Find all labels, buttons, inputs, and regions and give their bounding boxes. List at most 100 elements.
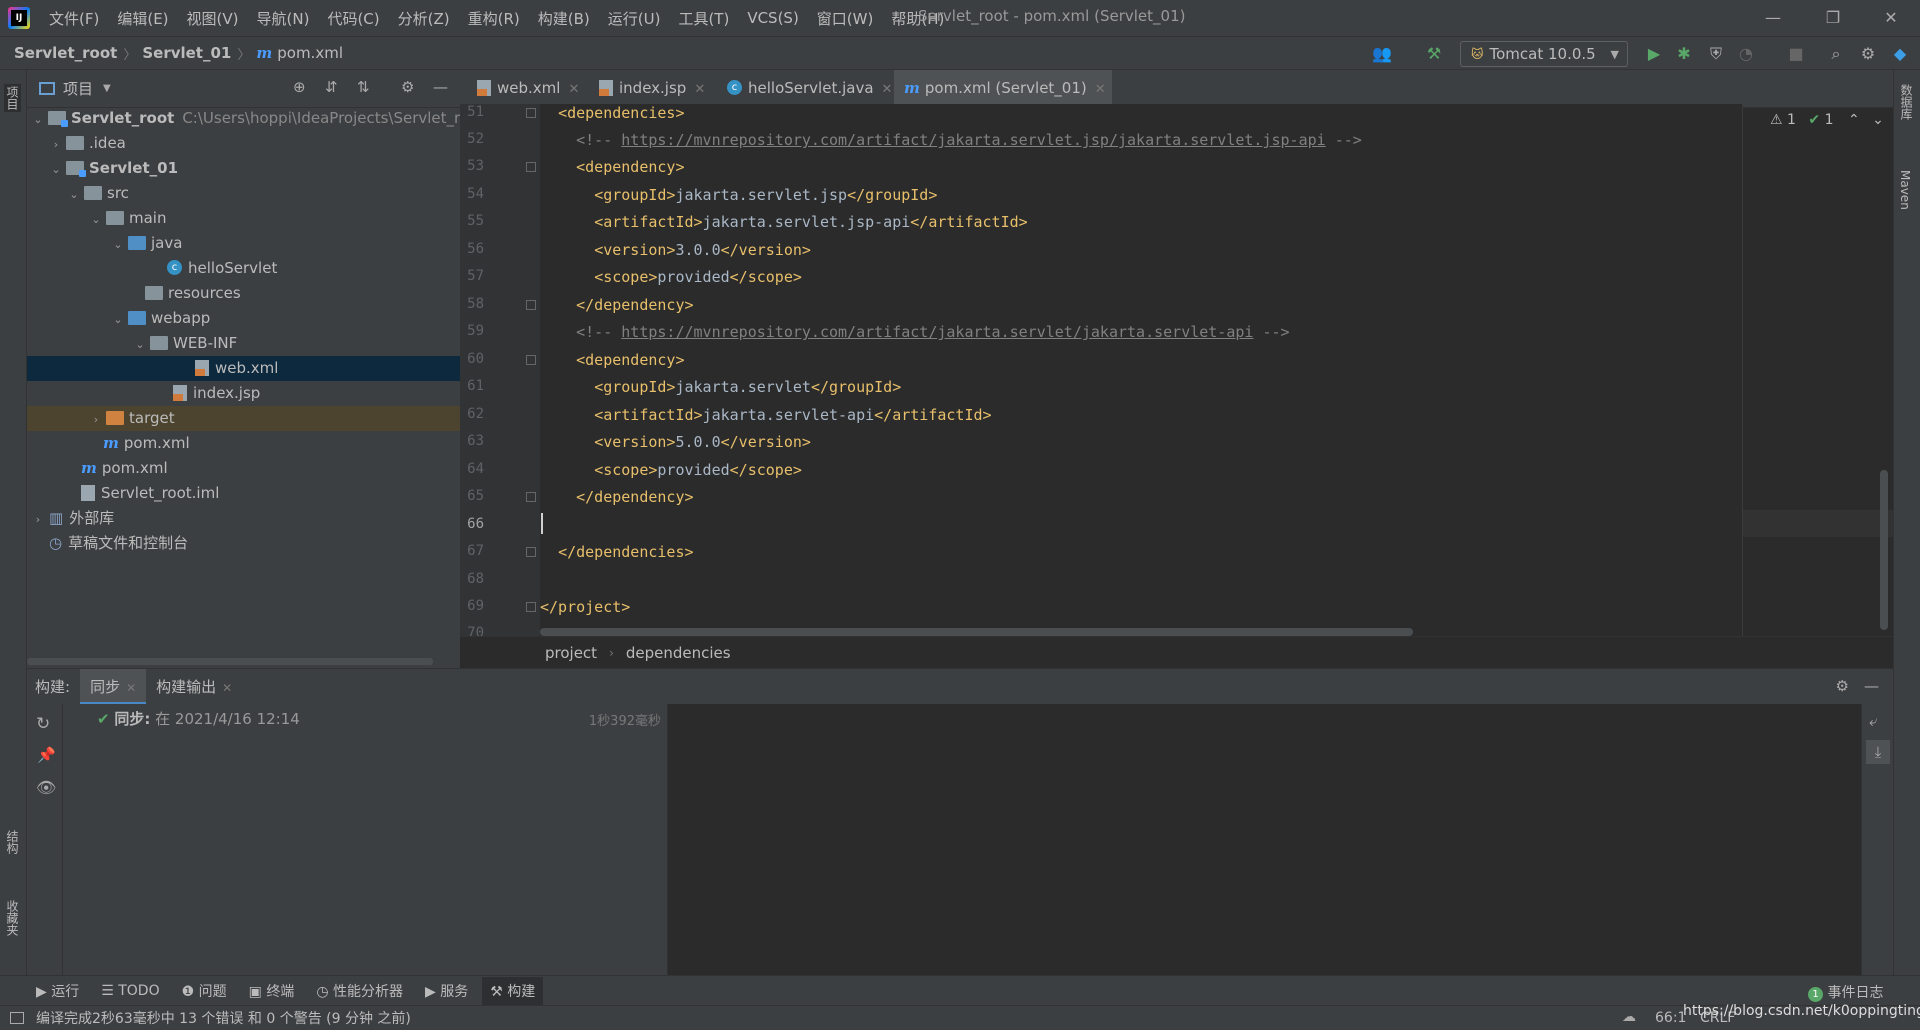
breadcrumb-module[interactable]: Servlet_01 [142, 44, 231, 62]
toggle-tool-windows-icon[interactable] [10, 1012, 24, 1024]
tab-build-output[interactable]: 构建输出 ✕ [146, 669, 242, 705]
project-tool-tab[interactable]: 项目 [4, 84, 21, 112]
tree-item-web-inf[interactable]: ⌄ WEB-INF [27, 331, 460, 356]
fold-marker-icon[interactable] [526, 492, 536, 502]
fold-marker-icon[interactable] [526, 300, 536, 310]
tab-helloservlet-java[interactable]: c helloServlet.java ✕ [714, 70, 892, 107]
run-icon[interactable]: ▶ [1644, 44, 1664, 64]
tab-sync[interactable]: 同步 ✕ [80, 668, 147, 705]
chevron-down-icon[interactable]: ⌄ [67, 182, 81, 207]
tool-build[interactable]: ⚒ 构建 [482, 976, 544, 1005]
user-icon[interactable]: 👥 [1372, 44, 1392, 64]
editor-horizontal-scrollbar[interactable] [540, 628, 1413, 636]
comment-url[interactable]: https://mvnrepository.com/artifact/jakar… [621, 131, 1325, 149]
tool-todo[interactable]: ☰ TODO [101, 983, 159, 999]
close-icon[interactable]: ✕ [1862, 0, 1920, 36]
tree-item-scratches[interactable]: ◷ 草稿文件和控制台 [27, 531, 460, 556]
tool-terminal[interactable]: ▣ 终端 [249, 981, 295, 1001]
menu-edit[interactable]: 编辑(E) [108, 8, 177, 29]
menu-navigate[interactable]: 导航(N) [248, 8, 319, 29]
build-output-console[interactable] [668, 704, 1861, 975]
menu-code[interactable]: 代码(C) [318, 8, 388, 29]
refresh-icon[interactable]: ↻ [36, 714, 50, 734]
tab-index-jsp[interactable]: index.jsp ✕ [586, 70, 705, 107]
stop-icon[interactable]: ■ [1786, 44, 1806, 64]
fold-marker-icon[interactable] [526, 108, 536, 118]
menu-run[interactable]: 运行(U) [599, 8, 670, 29]
soft-wrap-icon[interactable]: ⤶ [1869, 712, 1877, 730]
fold-marker-icon[interactable] [526, 355, 536, 365]
chevron-down-icon[interactable]: ⌄ [111, 232, 125, 257]
tree-item-index-jsp[interactable]: index.jsp [27, 381, 460, 406]
project-scrollbar[interactable] [27, 658, 433, 665]
restore-icon[interactable]: ❐ [1804, 0, 1862, 36]
breadcrumb-project[interactable]: project [545, 644, 597, 662]
inspection-widget[interactable]: ⚠ 1 ✔ 1 ⌃ ⌄ [1770, 112, 1884, 128]
tree-item-helloservlet[interactable]: c helloServlet [27, 256, 460, 281]
tree-item-web-xml[interactable]: web.xml [27, 356, 460, 381]
menu-view[interactable]: 视图(V) [178, 8, 248, 29]
code-editor[interactable]: <dependencies> <!-- https://mvnrepositor… [540, 104, 1742, 636]
tree-item-iml[interactable]: Servlet_root.iml [27, 481, 460, 506]
menu-vcs[interactable]: VCS(S) [738, 9, 807, 27]
chevron-down-icon[interactable]: ⌄ [49, 157, 63, 182]
breadcrumb-dependencies[interactable]: dependencies [626, 644, 731, 662]
tree-item-main[interactable]: ⌄ main [27, 206, 460, 231]
fold-marker-icon[interactable] [526, 162, 536, 172]
chevron-right-icon[interactable]: › [49, 132, 63, 157]
run-configuration-select[interactable]: 🐱 Tomcat 10.0.5 ▼ [1460, 41, 1628, 67]
fold-marker-icon[interactable] [526, 602, 536, 612]
locate-file-icon[interactable]: ⊕ [293, 78, 306, 96]
close-tab-icon[interactable]: ✕ [568, 82, 579, 97]
menu-window[interactable]: 窗口(W) [808, 8, 883, 29]
tool-run[interactable]: ▶ 运行 [36, 981, 79, 1001]
chevron-down-icon[interactable]: ⌄ [133, 332, 147, 357]
collapse-all-icon[interactable]: ⇅ [357, 78, 370, 96]
toolbox-icon[interactable]: ◆ [1890, 44, 1910, 64]
debug-icon[interactable]: ✱ [1674, 44, 1694, 64]
cloud-icon[interactable]: ☁ [1622, 1009, 1636, 1025]
close-tab-icon[interactable]: ✕ [126, 681, 136, 695]
fold-marker-icon[interactable] [526, 547, 536, 557]
tree-item-servlet-01[interactable]: ⌄ Servlet_01 [27, 156, 460, 181]
editor-vertical-scrollbar[interactable] [1880, 470, 1888, 630]
comment-url[interactable]: https://mvnrepository.com/artifact/jakar… [621, 323, 1253, 341]
tree-item-idea[interactable]: › .idea [27, 131, 460, 156]
pin-icon[interactable]: 📌 [37, 746, 56, 764]
structure-tool-tab[interactable]: 结构 [4, 830, 21, 854]
event-log-button[interactable]: 1 事件日志 [1808, 982, 1883, 1002]
chevron-right-icon[interactable]: › [31, 507, 45, 532]
eye-icon[interactable]: 👁 [36, 778, 56, 797]
tool-problems[interactable]: ❶ 问题 [182, 981, 227, 1001]
caret-position[interactable]: 66:1 [1655, 1010, 1686, 1026]
hide-build-panel-icon[interactable]: — [1864, 677, 1879, 695]
tool-services[interactable]: ▶ 服务 [425, 981, 468, 1001]
hide-panel-icon[interactable]: — [433, 78, 448, 96]
chevron-down-icon[interactable]: ⌄ [31, 107, 45, 132]
tree-item-module-pom[interactable]: m pom.xml [27, 431, 460, 456]
tool-profiler[interactable]: ◷ 性能分析器 [316, 981, 403, 1001]
build-settings-gear-icon[interactable]: ⚙ [1836, 677, 1849, 695]
menu-analyze[interactable]: 分析(Z) [389, 8, 459, 29]
panel-settings-gear-icon[interactable]: ⚙ [401, 78, 414, 96]
database-tool-tab[interactable]: 数据库 [1898, 84, 1915, 120]
tree-item-resources[interactable]: resources [27, 281, 460, 306]
menu-build[interactable]: 构建(B) [529, 8, 599, 29]
build-hammer-icon[interactable]: ⚒ [1424, 44, 1444, 64]
maven-tool-tab[interactable]: Maven [1898, 170, 1912, 210]
coverage-icon[interactable]: ⛨ [1706, 44, 1726, 64]
menu-file[interactable]: 文件(F) [40, 8, 108, 29]
tree-item-servlet-root[interactable]: ⌄ Servlet_root C:\Users\hoppi\IdeaProjects… [27, 106, 468, 132]
chevron-down-icon[interactable]: ⌄ [89, 207, 103, 232]
chevron-down-icon[interactable]: ▼ [103, 83, 111, 94]
profile-icon[interactable]: ◔ [1736, 44, 1756, 64]
menu-refactor[interactable]: 重构(R) [459, 8, 529, 29]
menu-tools[interactable]: 工具(T) [669, 8, 738, 29]
breadcrumb-root[interactable]: Servlet_root [14, 44, 117, 62]
close-tab-icon[interactable]: ✕ [222, 681, 232, 695]
favorites-tool-tab[interactable]: 收藏夹 [4, 900, 21, 936]
status-message[interactable]: 编译完成2秒63毫秒中 13 个错误 和 0 个警告 (9 分钟 之前) [36, 1008, 411, 1028]
chevron-down-icon[interactable]: ⌄ [111, 307, 125, 332]
search-icon[interactable]: ⌕ [1826, 44, 1846, 64]
breadcrumb-file[interactable]: pom.xml [277, 44, 343, 62]
